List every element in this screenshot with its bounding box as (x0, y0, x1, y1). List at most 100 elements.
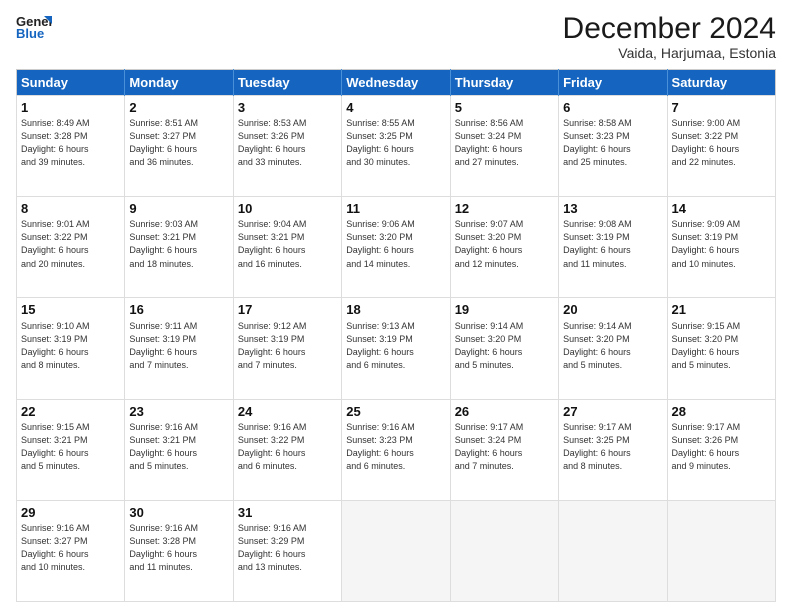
day-info: Sunrise: 8:55 AMSunset: 3:25 PMDaylight:… (346, 117, 445, 169)
table-row (342, 500, 450, 601)
day-info: Sunrise: 9:15 AMSunset: 3:21 PMDaylight:… (21, 421, 120, 473)
day-number: 13 (563, 200, 662, 218)
table-row: 20Sunrise: 9:14 AMSunset: 3:20 PMDayligh… (559, 298, 667, 399)
day-info: Sunrise: 8:58 AMSunset: 3:23 PMDaylight:… (563, 117, 662, 169)
day-info: Sunrise: 9:15 AMSunset: 3:20 PMDaylight:… (672, 320, 771, 372)
day-info: Sunrise: 9:17 AMSunset: 3:25 PMDaylight:… (563, 421, 662, 473)
table-row: 29Sunrise: 9:16 AMSunset: 3:27 PMDayligh… (17, 500, 125, 601)
header-saturday: Saturday (667, 70, 775, 96)
table-row: 3Sunrise: 8:53 AMSunset: 3:26 PMDaylight… (233, 96, 341, 197)
day-info: Sunrise: 9:03 AMSunset: 3:21 PMDaylight:… (129, 218, 228, 270)
day-number: 7 (672, 99, 771, 117)
day-number: 25 (346, 403, 445, 421)
day-number: 21 (672, 301, 771, 319)
header-tuesday: Tuesday (233, 70, 341, 96)
calendar-subtitle: Vaida, Harjumaa, Estonia (563, 45, 776, 61)
table-row: 15Sunrise: 9:10 AMSunset: 3:19 PMDayligh… (17, 298, 125, 399)
table-row: 13Sunrise: 9:08 AMSunset: 3:19 PMDayligh… (559, 197, 667, 298)
table-row: 4Sunrise: 8:55 AMSunset: 3:25 PMDaylight… (342, 96, 450, 197)
table-row: 30Sunrise: 9:16 AMSunset: 3:28 PMDayligh… (125, 500, 233, 601)
page: General Blue December 2024 Vaida, Harjum… (0, 0, 792, 612)
day-number: 15 (21, 301, 120, 319)
day-info: Sunrise: 9:16 AMSunset: 3:22 PMDaylight:… (238, 421, 337, 473)
day-number: 19 (455, 301, 554, 319)
day-info: Sunrise: 9:11 AMSunset: 3:19 PMDaylight:… (129, 320, 228, 372)
table-row: 5Sunrise: 8:56 AMSunset: 3:24 PMDaylight… (450, 96, 558, 197)
day-number: 14 (672, 200, 771, 218)
day-number: 26 (455, 403, 554, 421)
table-row (450, 500, 558, 601)
table-row: 16Sunrise: 9:11 AMSunset: 3:19 PMDayligh… (125, 298, 233, 399)
header-friday: Friday (559, 70, 667, 96)
day-info: Sunrise: 8:56 AMSunset: 3:24 PMDaylight:… (455, 117, 554, 169)
header-thursday: Thursday (450, 70, 558, 96)
day-info: Sunrise: 9:16 AMSunset: 3:29 PMDaylight:… (238, 522, 337, 574)
table-row (667, 500, 775, 601)
day-number: 18 (346, 301, 445, 319)
table-row: 6Sunrise: 8:58 AMSunset: 3:23 PMDaylight… (559, 96, 667, 197)
day-info: Sunrise: 9:04 AMSunset: 3:21 PMDaylight:… (238, 218, 337, 270)
header-monday: Monday (125, 70, 233, 96)
day-number: 24 (238, 403, 337, 421)
table-row (559, 500, 667, 601)
table-row: 9Sunrise: 9:03 AMSunset: 3:21 PMDaylight… (125, 197, 233, 298)
day-number: 10 (238, 200, 337, 218)
table-row: 26Sunrise: 9:17 AMSunset: 3:24 PMDayligh… (450, 399, 558, 500)
day-number: 31 (238, 504, 337, 522)
logo: General Blue (16, 12, 54, 40)
day-info: Sunrise: 9:16 AMSunset: 3:28 PMDaylight:… (129, 522, 228, 574)
table-row: 31Sunrise: 9:16 AMSunset: 3:29 PMDayligh… (233, 500, 341, 601)
header-wednesday: Wednesday (342, 70, 450, 96)
day-info: Sunrise: 9:06 AMSunset: 3:20 PMDaylight:… (346, 218, 445, 270)
day-info: Sunrise: 9:16 AMSunset: 3:21 PMDaylight:… (129, 421, 228, 473)
svg-text:Blue: Blue (16, 26, 44, 40)
day-info: Sunrise: 9:09 AMSunset: 3:19 PMDaylight:… (672, 218, 771, 270)
table-row: 1Sunrise: 8:49 AMSunset: 3:28 PMDaylight… (17, 96, 125, 197)
weekday-header-row: Sunday Monday Tuesday Wednesday Thursday… (17, 70, 776, 96)
day-info: Sunrise: 9:14 AMSunset: 3:20 PMDaylight:… (563, 320, 662, 372)
day-number: 23 (129, 403, 228, 421)
table-row: 17Sunrise: 9:12 AMSunset: 3:19 PMDayligh… (233, 298, 341, 399)
table-row: 25Sunrise: 9:16 AMSunset: 3:23 PMDayligh… (342, 399, 450, 500)
day-info: Sunrise: 8:53 AMSunset: 3:26 PMDaylight:… (238, 117, 337, 169)
table-row: 18Sunrise: 9:13 AMSunset: 3:19 PMDayligh… (342, 298, 450, 399)
day-info: Sunrise: 9:01 AMSunset: 3:22 PMDaylight:… (21, 218, 120, 270)
logo-icon: General Blue (16, 12, 52, 40)
day-number: 22 (21, 403, 120, 421)
day-number: 1 (21, 99, 120, 117)
day-number: 17 (238, 301, 337, 319)
day-info: Sunrise: 9:17 AMSunset: 3:24 PMDaylight:… (455, 421, 554, 473)
day-number: 6 (563, 99, 662, 117)
table-row: 10Sunrise: 9:04 AMSunset: 3:21 PMDayligh… (233, 197, 341, 298)
day-info: Sunrise: 9:16 AMSunset: 3:27 PMDaylight:… (21, 522, 120, 574)
table-row: 12Sunrise: 9:07 AMSunset: 3:20 PMDayligh… (450, 197, 558, 298)
day-info: Sunrise: 9:17 AMSunset: 3:26 PMDaylight:… (672, 421, 771, 473)
header-sunday: Sunday (17, 70, 125, 96)
table-row: 14Sunrise: 9:09 AMSunset: 3:19 PMDayligh… (667, 197, 775, 298)
day-number: 20 (563, 301, 662, 319)
table-row: 22Sunrise: 9:15 AMSunset: 3:21 PMDayligh… (17, 399, 125, 500)
calendar-table: Sunday Monday Tuesday Wednesday Thursday… (16, 69, 776, 602)
day-number: 8 (21, 200, 120, 218)
day-info: Sunrise: 9:13 AMSunset: 3:19 PMDaylight:… (346, 320, 445, 372)
day-number: 4 (346, 99, 445, 117)
day-info: Sunrise: 9:12 AMSunset: 3:19 PMDaylight:… (238, 320, 337, 372)
day-number: 29 (21, 504, 120, 522)
day-number: 5 (455, 99, 554, 117)
table-row: 27Sunrise: 9:17 AMSunset: 3:25 PMDayligh… (559, 399, 667, 500)
calendar-title: December 2024 (563, 12, 776, 45)
day-number: 16 (129, 301, 228, 319)
table-row: 8Sunrise: 9:01 AMSunset: 3:22 PMDaylight… (17, 197, 125, 298)
table-row: 24Sunrise: 9:16 AMSunset: 3:22 PMDayligh… (233, 399, 341, 500)
day-number: 30 (129, 504, 228, 522)
day-number: 28 (672, 403, 771, 421)
table-row: 7Sunrise: 9:00 AMSunset: 3:22 PMDaylight… (667, 96, 775, 197)
table-row: 28Sunrise: 9:17 AMSunset: 3:26 PMDayligh… (667, 399, 775, 500)
table-row: 21Sunrise: 9:15 AMSunset: 3:20 PMDayligh… (667, 298, 775, 399)
title-block: December 2024 Vaida, Harjumaa, Estonia (563, 12, 776, 61)
day-info: Sunrise: 9:07 AMSunset: 3:20 PMDaylight:… (455, 218, 554, 270)
day-info: Sunrise: 9:10 AMSunset: 3:19 PMDaylight:… (21, 320, 120, 372)
day-number: 3 (238, 99, 337, 117)
table-row: 2Sunrise: 8:51 AMSunset: 3:27 PMDaylight… (125, 96, 233, 197)
day-number: 27 (563, 403, 662, 421)
